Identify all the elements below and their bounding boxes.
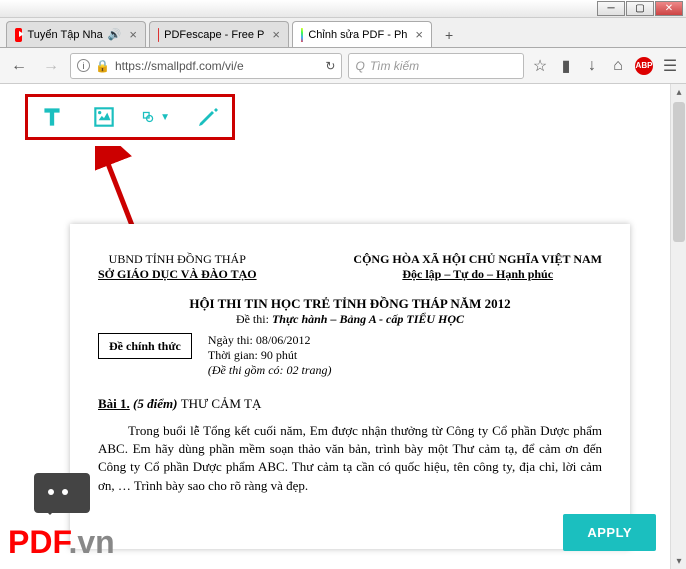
draw-tool-button[interactable] (194, 103, 222, 131)
text-icon (39, 104, 65, 130)
tab-smallpdf[interactable]: Chỉnh sửa PDF - Ph × (292, 21, 432, 47)
scroll-up-icon[interactable]: ▴ (671, 84, 686, 100)
sound-icon: 🔊 (108, 28, 122, 41)
minimize-button[interactable]: ─ (597, 1, 625, 16)
editor-toolbar-highlight: ▼ (25, 94, 235, 140)
watermark-logo: PDF.vn (8, 524, 115, 561)
scroll-down-icon[interactable]: ▾ (671, 553, 686, 569)
tab-bar: Tuyển Tập Nha 🔊 × PDFescape - Free P × C… (0, 18, 686, 48)
adblock-icon[interactable]: ABP (634, 56, 654, 76)
doc-motto: Độc lập – Tự do – Hạnh phúc (353, 267, 602, 282)
pdf-document[interactable]: UBND TỈNH ĐỒNG THÁP SỞ GIÁO DỤC VÀ ĐÀO T… (70, 224, 630, 549)
close-tab-icon[interactable]: × (272, 27, 280, 42)
vertical-scrollbar[interactable]: ▴ ▾ (670, 84, 686, 569)
shape-tool-button[interactable]: ▼ (142, 103, 170, 131)
pocket-icon[interactable]: ▮ (556, 56, 576, 76)
tab-label: Tuyển Tập Nha (27, 29, 102, 41)
reload-icon[interactable]: ↻ (325, 59, 335, 73)
image-tool-button[interactable] (90, 103, 118, 131)
doc-date: Ngày thi: 08/06/2012 (208, 333, 332, 348)
youtube-icon (15, 28, 22, 42)
search-bar[interactable]: Q Tìm kiếm (348, 53, 524, 79)
new-tab-button[interactable]: + (435, 23, 463, 47)
chevron-down-icon: ▼ (160, 112, 170, 123)
tab-label: Chỉnh sửa PDF - Ph (308, 29, 407, 41)
doc-info: Ngày thi: 08/06/2012 Thời gian: 90 phút … (208, 333, 332, 378)
doc-org-2: SỞ GIÁO DỤC VÀ ĐÀO TẠO (98, 267, 257, 282)
doc-section-heading: Bài 1. (5 điểm) THƯ CẢM TẠ (98, 396, 602, 412)
window-titlebar: ─ ▢ ✕ (0, 0, 686, 18)
scroll-thumb[interactable] (673, 102, 685, 242)
close-tab-icon[interactable]: × (415, 27, 423, 42)
doc-paragraph: Trong buổi lễ Tổng kết cuối năm, Em được… (98, 422, 602, 495)
doc-header: UBND TỈNH ĐỒNG THÁP SỞ GIÁO DỤC VÀ ĐÀO T… (98, 252, 602, 282)
doc-country: CỘNG HÒA XÃ HỘI CHỦ NGHĨA VIỆT NAM (353, 252, 602, 267)
doc-title: HỘI THI TIN HỌC TRẺ TỈNH ĐỒNG THÁP NĂM 2… (98, 296, 602, 327)
doc-org-1: UBND TỈNH ĐỒNG THÁP (98, 252, 257, 267)
chat-widget[interactable] (34, 473, 90, 513)
search-placeholder: Tìm kiếm (370, 59, 419, 73)
maximize-button[interactable]: ▢ (626, 1, 654, 16)
exam-official-box: Đề chính thức (98, 333, 192, 359)
doc-body: Bài 1. (5 điểm) THƯ CẢM TẠ Trong buổi lễ… (98, 396, 602, 495)
apply-button[interactable]: APPLY (563, 514, 656, 551)
downloads-icon[interactable]: ↓ (582, 56, 602, 76)
close-tab-icon[interactable]: × (129, 27, 137, 42)
doc-duration: Thời gian: 90 phút (208, 348, 332, 363)
info-icon: i (77, 59, 90, 72)
doc-mid: Đề chính thức Ngày thi: 08/06/2012 Thời … (98, 333, 602, 378)
url-bar[interactable]: i 🔒 https://smallpdf.com/vi/e ↻ (70, 53, 342, 79)
menu-icon[interactable]: ☰ (660, 56, 680, 76)
url-text: https://smallpdf.com/vi/e (115, 59, 244, 73)
back-button[interactable]: ← (6, 53, 32, 79)
page-content: ▼ UBND TỈNH ĐỒNG THÁP SỞ GIÁO DỤC VÀ ĐÀO… (0, 84, 686, 569)
image-icon (91, 104, 117, 130)
pdfescape-icon (158, 28, 159, 42)
forward-button[interactable]: → (38, 53, 64, 79)
doc-title-sub: Đề thi: Thực hành – Bảng A - cấp TIỂU HỌ… (98, 312, 602, 327)
tab-pdfescape[interactable]: PDFescape - Free P × (149, 21, 289, 47)
search-icon: Q (355, 59, 364, 73)
chat-dots-icon (48, 489, 68, 495)
pencil-icon (196, 105, 220, 129)
close-button[interactable]: ✕ (655, 1, 683, 16)
tab-label: PDFescape - Free P (164, 29, 264, 41)
home-icon[interactable]: ⌂ (608, 56, 628, 76)
text-tool-button[interactable] (38, 103, 66, 131)
shape-icon (142, 105, 154, 129)
doc-pages: (Đề thi gồm có: 02 trang) (208, 363, 332, 378)
nav-bar: ← → i 🔒 https://smallpdf.com/vi/e ↻ Q Tì… (0, 48, 686, 84)
doc-title-main: HỘI THI TIN HỌC TRẺ TỈNH ĐỒNG THÁP NĂM 2… (98, 296, 602, 312)
lock-icon: 🔒 (95, 59, 110, 73)
smallpdf-icon (301, 28, 303, 42)
bookmark-icon[interactable]: ☆ (530, 56, 550, 76)
tab-youtube[interactable]: Tuyển Tập Nha 🔊 × (6, 21, 146, 47)
